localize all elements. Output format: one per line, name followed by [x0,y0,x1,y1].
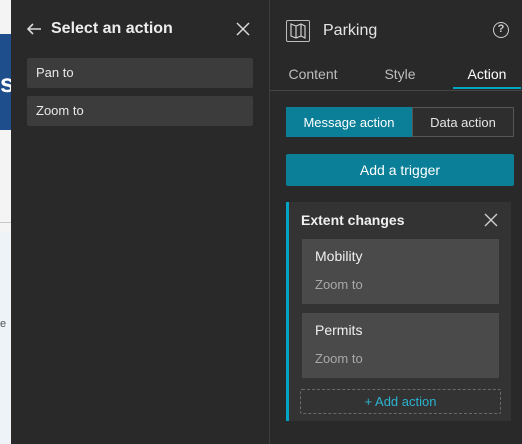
action-option-zoom-to[interactable]: Zoom to [27,96,253,126]
background-map-area [0,232,10,444]
action-type-label: Zoom to [315,277,363,292]
help-icon[interactable]: ? [493,22,509,38]
action-card-permits[interactable]: Permits Zoom to [302,313,499,378]
action-target-name: Permits [315,322,363,338]
back-arrow-icon[interactable] [25,20,43,38]
tab-style[interactable]: Style [370,60,430,90]
select-action-header: Select an action [11,0,269,58]
trigger-card: Extent changes Mobility Zoom to Permits … [286,202,511,421]
background-divider [0,222,11,223]
action-type-label: Zoom to [315,351,363,366]
close-icon[interactable] [235,21,251,37]
action-target-name: Mobility [315,248,363,264]
settings-panel: Parking ? Content Style Action Message a… [270,0,522,444]
data-action-toggle[interactable]: Data action [412,107,514,137]
background-page-strip: s e [0,0,14,444]
select-action-title: Select an action [51,20,173,37]
action-option-pan-to[interactable]: Pan to [27,58,253,88]
add-trigger-button[interactable]: Add a trigger [286,154,514,186]
trigger-title: Extent changes [301,212,405,228]
remove-trigger-close-icon[interactable] [484,213,498,227]
tab-content[interactable]: Content [280,60,346,90]
message-action-toggle[interactable]: Message action [286,107,412,137]
map-icon [286,20,310,42]
tab-action[interactable]: Action [453,60,521,89]
select-action-panel: Select an action Pan to Zoom to [11,0,270,444]
settings-tabs: Content Style Action [270,60,522,91]
add-action-button[interactable]: + Add action [300,389,501,414]
action-card-mobility[interactable]: Mobility Zoom to [302,239,499,304]
background-snippet: e [0,318,7,330]
widget-title: Parking [323,22,378,39]
settings-header: Parking ? [270,0,522,60]
